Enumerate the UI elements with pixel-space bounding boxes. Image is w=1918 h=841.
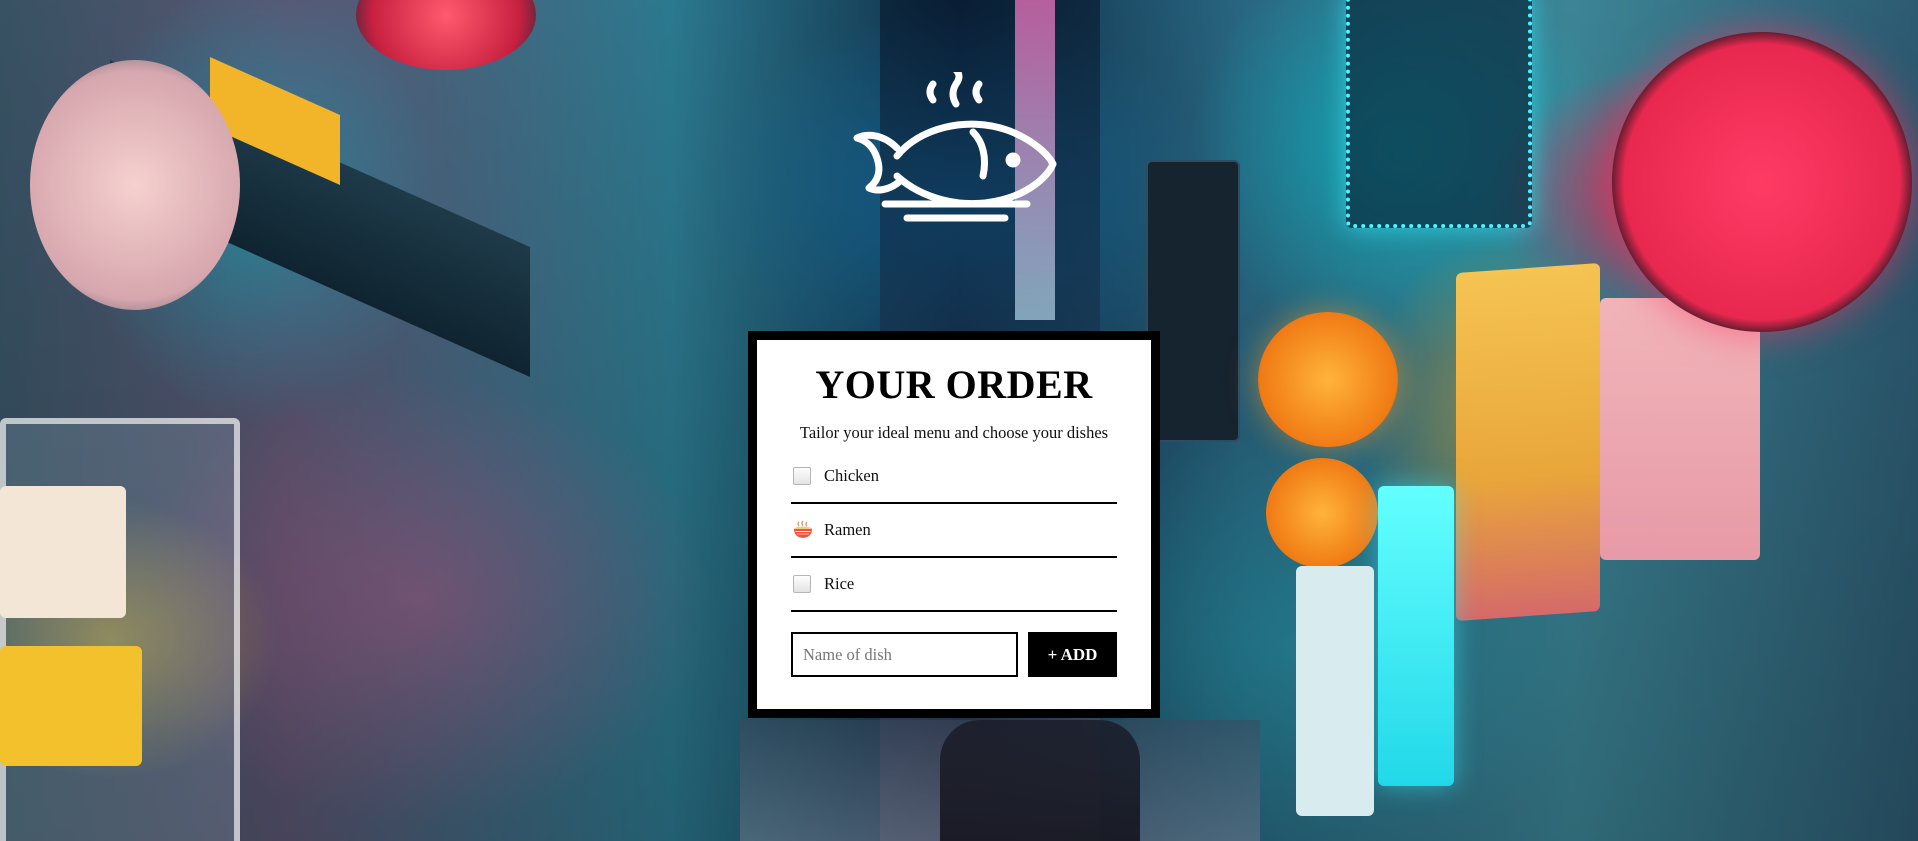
background-round-sign-left (30, 60, 240, 310)
order-subtitle: Tailor your ideal menu and choose your d… (799, 423, 1109, 442)
background-orange-sign-small (1266, 458, 1378, 568)
background-shop-window (0, 418, 240, 841)
dish-label-chicken: Chicken (824, 466, 879, 485)
add-dish-row: + ADD (791, 632, 1117, 677)
dish-checkbox-chicken[interactable] (793, 467, 811, 485)
dish-label-ramen: Ramen (824, 520, 871, 539)
dish-name-input[interactable] (791, 632, 1018, 677)
background-cyan-sign (1346, 0, 1532, 228)
app-root: YOUR ORDER Tailor your ideal menu and ch… (0, 0, 1918, 841)
dish-checkbox-rice[interactable] (793, 575, 811, 593)
background-orange-sign (1258, 312, 1398, 447)
dish-label-rice: Rice (824, 574, 855, 593)
background-vertical-sign (1146, 160, 1240, 442)
background-pedestrians (940, 720, 1140, 841)
ramen-bowl-icon[interactable] (793, 520, 813, 540)
background-poster (0, 486, 126, 618)
background-yellow-notice (0, 646, 142, 766)
dish-item-rice[interactable]: Rice (791, 558, 1117, 612)
add-dish-button[interactable]: + ADD (1028, 632, 1117, 677)
background-pink-round-sign (1612, 32, 1912, 332)
background-menu-board (1296, 566, 1374, 816)
background-pink-banner (1600, 298, 1760, 560)
fish-plate-steam-icon (853, 72, 1057, 222)
background-yellow-banner (1456, 262, 1600, 622)
order-card: YOUR ORDER Tailor your ideal menu and ch… (748, 331, 1160, 718)
background-cyan-menu (1378, 486, 1454, 786)
order-title: YOUR ORDER (815, 362, 1093, 407)
dish-item-ramen[interactable]: Ramen (791, 504, 1117, 558)
dish-item-chicken[interactable]: Chicken (791, 450, 1117, 504)
dish-list: Chicken Ramen Rice (791, 450, 1117, 612)
